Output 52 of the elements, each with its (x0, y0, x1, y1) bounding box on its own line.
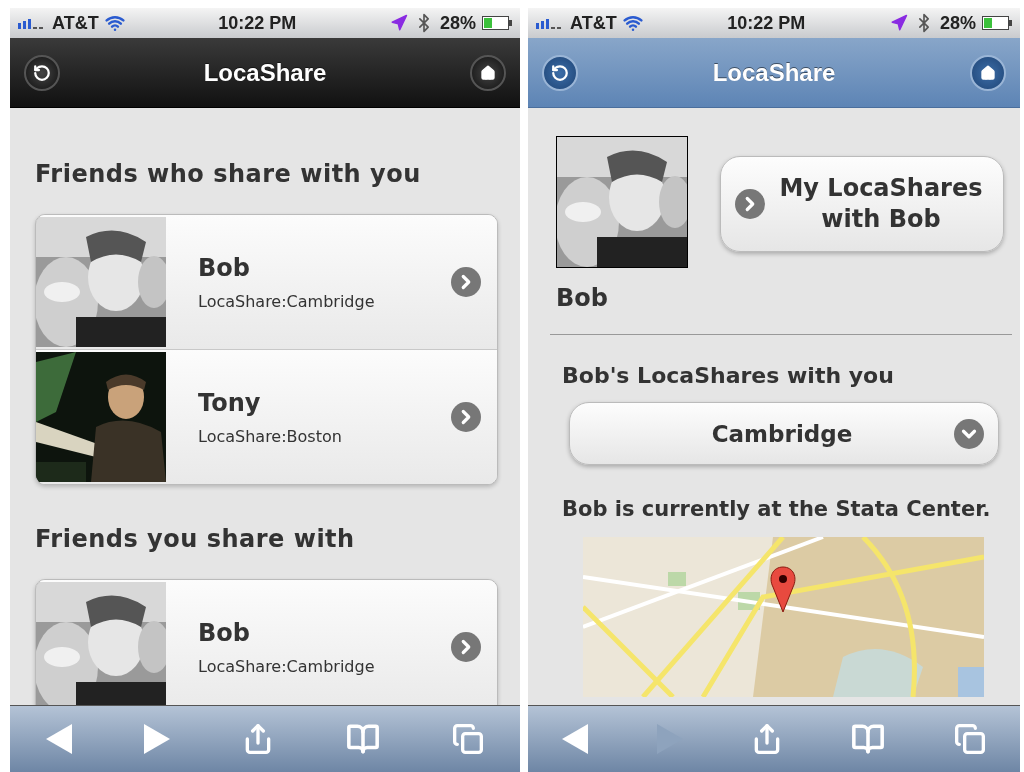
back-button[interactable] (542, 54, 578, 91)
my-locashares-button[interactable]: My LocaShares with Bob (720, 156, 1004, 252)
chevron-icon (451, 402, 481, 432)
carrier-name: AT&T (52, 12, 99, 34)
friend-row[interactable]: Tony LocaShare:Boston (36, 349, 497, 484)
back-button[interactable] (24, 54, 60, 91)
wifi-icon (622, 13, 643, 33)
status-time: 10:22 PM (727, 12, 806, 34)
forward-icon[interactable] (144, 724, 170, 754)
share-select[interactable]: Cambridge (569, 402, 999, 465)
shares-heading: Bob's LocaShares with you (562, 363, 895, 388)
friend-share: LocaShare:Cambridge (198, 291, 376, 311)
battery-icon (482, 16, 512, 30)
signal-icon (536, 17, 564, 29)
carrier-name: AT&T (570, 12, 617, 34)
section-heading: Friends you share with (35, 525, 356, 553)
battery-percent: 28% (440, 12, 476, 34)
tabs-icon[interactable] (953, 723, 986, 755)
friend-share: LocaShare:Cambridge (198, 656, 376, 676)
location-icon (890, 14, 908, 32)
section-heading: Friends who share with you (35, 160, 422, 188)
home-icon (980, 64, 996, 81)
chevron-icon (451, 632, 481, 662)
wifi-icon (104, 13, 125, 33)
book-icon[interactable] (346, 722, 380, 756)
chevron-icon (451, 267, 481, 297)
friend-name: Bob (198, 618, 251, 647)
nav-title: LocaShare (203, 58, 327, 87)
friend-row[interactable]: Bob LocaShare:Cambridge (36, 215, 497, 349)
status-time: 10:22 PM (218, 12, 297, 34)
location-icon (390, 14, 408, 32)
signal-icon (18, 17, 46, 29)
friend-name: Bob (198, 253, 251, 282)
home-button[interactable] (970, 54, 1006, 91)
friend-name: Tony (198, 388, 262, 417)
location-text: Bob is currently at the Stata Center. (562, 497, 992, 521)
friend-row[interactable]: Bob LocaShare:Cambridge (36, 580, 497, 705)
nav-title: LocaShare (712, 58, 836, 87)
undo-icon (551, 63, 569, 82)
battery-icon (982, 16, 1012, 30)
back-icon[interactable] (46, 724, 72, 754)
chevron-icon (735, 189, 765, 219)
home-icon (480, 64, 496, 81)
undo-icon (33, 63, 51, 82)
friend-share: LocaShare:Boston (198, 426, 343, 446)
dropdown-icon (954, 418, 984, 449)
book-icon[interactable] (851, 722, 886, 756)
battery-percent: 28% (940, 12, 976, 34)
profile-name: Bob (556, 284, 609, 312)
back-icon[interactable] (562, 724, 589, 754)
tabs-icon[interactable] (452, 723, 484, 755)
home-button[interactable] (470, 54, 506, 91)
